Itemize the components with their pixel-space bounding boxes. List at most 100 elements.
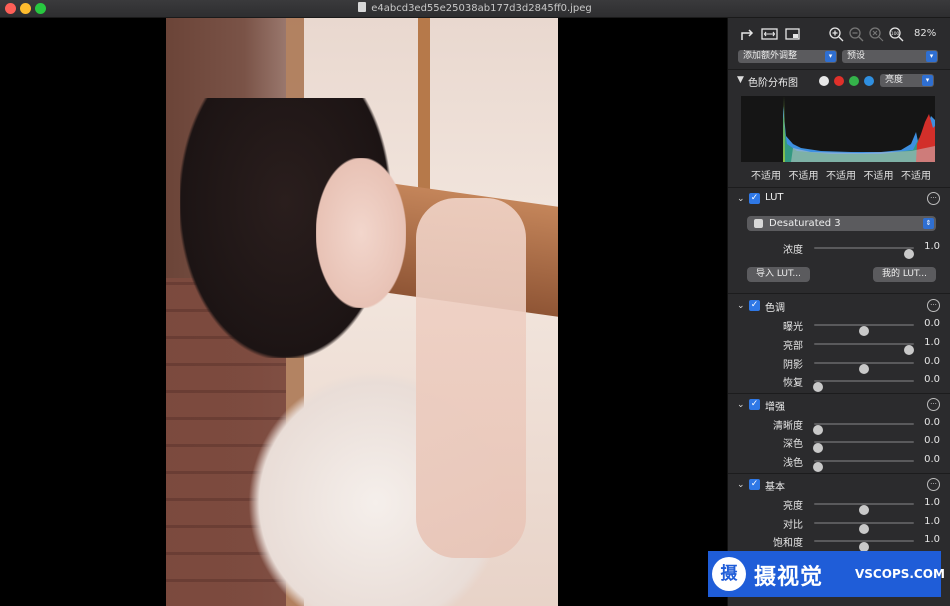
tone-title: 色调 <box>765 303 785 314</box>
channel-red-dot[interactable] <box>834 76 844 86</box>
enhance-more-icon[interactable]: ··· <box>927 398 940 411</box>
document-icon <box>358 2 367 12</box>
lut-enable-checkbox[interactable]: ✓ <box>749 193 760 204</box>
slider-label: 对比 <box>783 520 803 531</box>
slider-track[interactable] <box>813 423 914 435</box>
slider-value: 0.0 <box>924 318 940 329</box>
slider-track[interactable] <box>814 540 914 552</box>
slider-value: 0.0 <box>924 454 940 465</box>
slider-knob[interactable] <box>859 326 869 336</box>
slider-label: 饱和度 <box>773 538 803 549</box>
preset-label: 预设 <box>847 51 866 61</box>
enhance-disclosure-icon[interactable]: ⌄ <box>737 400 745 410</box>
lut-opacity-row: 浓度 1.0 <box>728 241 950 259</box>
slider-value: 1.0 <box>924 516 940 527</box>
rotate-icon[interactable] <box>739 27 756 41</box>
my-lut-button[interactable]: 我的 LUT... <box>873 267 936 282</box>
slider-label: 浓度 <box>783 245 803 256</box>
basic-contrast-row: 对比 1.0 <box>728 516 950 534</box>
slider-track[interactable] <box>814 522 914 534</box>
zoom-in-icon[interactable] <box>828 27 845 42</box>
chevron-down-icon: ▾ <box>922 75 933 86</box>
histogram-channel-label: 亮度 <box>885 75 904 85</box>
slider-label: 深色 <box>783 439 803 450</box>
add-adjustment-popup[interactable]: 添加额外调整 ▾ <box>738 50 837 63</box>
histogram-graph <box>741 96 935 162</box>
photo-window-frame <box>418 18 430 198</box>
slider-label: 曝光 <box>783 322 803 333</box>
import-lut-button[interactable]: 导入 LUT... <box>747 267 810 282</box>
divider <box>728 473 950 474</box>
slider-track[interactable] <box>814 247 914 259</box>
tone-more-icon[interactable]: ··· <box>927 299 940 312</box>
cube-icon <box>754 219 763 228</box>
channel-blue-dot[interactable] <box>864 76 874 86</box>
add-adjustment-label: 添加额外调整 <box>743 51 798 61</box>
slider-knob[interactable] <box>859 505 869 515</box>
photo-arms <box>416 198 526 558</box>
basic-enable-checkbox[interactable]: ✓ <box>749 479 760 490</box>
na-label: 不适用 <box>788 171 819 182</box>
lut-select-popup[interactable]: Desaturated 3 ⇕ <box>747 216 936 231</box>
histogram-channel-popup[interactable]: 亮度 ▾ <box>880 74 934 87</box>
na-label: 不适用 <box>901 171 931 182</box>
chevron-updown-icon: ⇕ <box>923 218 934 229</box>
watermark-cn: 摄视觉 <box>754 565 824 590</box>
channel-all-dot[interactable] <box>819 76 829 86</box>
slider-track[interactable] <box>813 460 914 472</box>
lut-disclosure-icon[interactable]: ⌄ <box>737 194 745 204</box>
zoom-100-icon[interactable]: 100 <box>888 27 905 42</box>
slider-label: 亮部 <box>783 341 803 352</box>
slider-label: 浅色 <box>783 458 803 469</box>
preset-popup[interactable]: 预设 ▾ <box>842 50 938 63</box>
slider-track[interactable] <box>813 380 914 392</box>
watermark-logo: 摄 <box>712 557 746 591</box>
svg-text:100: 100 <box>891 31 900 37</box>
slider-label: 阴影 <box>783 360 803 371</box>
title-bar: e4abcd3ed55e25038ab177d3d2845ff0.jpeg <box>0 0 950 18</box>
histogram-info-row: 不适用 不适用 不适用 不适用 不适用 <box>751 167 931 182</box>
basic-disclosure-icon[interactable]: ⌄ <box>737 480 745 490</box>
slider-track[interactable] <box>814 362 914 374</box>
slider-knob[interactable] <box>813 382 823 392</box>
lut-selected-label: Desaturated 3 <box>769 218 841 229</box>
slider-track[interactable] <box>814 503 914 515</box>
window-title: e4abcd3ed55e25038ab177d3d2845ff0.jpeg <box>371 3 592 14</box>
histogram-disclosure-icon[interactable]: ▼ <box>737 75 744 85</box>
enhance-definition-row: 清晰度 0.0 <box>728 417 950 435</box>
slider-knob[interactable] <box>859 364 869 374</box>
watermark-banner: 摄 摄视觉 VSCOPS.COM <box>708 551 945 597</box>
slider-track[interactable] <box>813 441 914 453</box>
slider-knob[interactable] <box>904 345 914 355</box>
image-canvas[interactable] <box>0 18 727 606</box>
enhance-enable-checkbox[interactable]: ✓ <box>749 399 760 410</box>
photo[interactable] <box>166 18 558 606</box>
basic-saturation-row: 饱和度 1.0 <box>728 534 950 552</box>
divider <box>728 293 950 294</box>
channel-green-dot[interactable] <box>849 76 859 86</box>
na-label: 不适用 <box>826 171 856 182</box>
slider-track[interactable] <box>814 324 914 336</box>
tone-enable-checkbox[interactable]: ✓ <box>749 300 760 311</box>
fit-width-icon[interactable] <box>761 27 778 41</box>
slider-track[interactable] <box>814 343 914 355</box>
divider <box>728 187 950 188</box>
enhance-lights-row: 浅色 0.0 <box>728 454 950 472</box>
basic-more-icon[interactable]: ··· <box>927 478 940 491</box>
slider-label: 亮度 <box>783 501 803 512</box>
chevron-down-icon: ▾ <box>926 51 937 62</box>
tone-disclosure-icon[interactable]: ⌄ <box>737 301 745 311</box>
zoom-out-icon[interactable] <box>848 27 865 42</box>
lut-more-icon[interactable]: ··· <box>927 192 940 205</box>
slider-knob[interactable] <box>813 462 823 472</box>
divider <box>728 393 950 394</box>
zoom-reset-icon[interactable] <box>868 27 885 42</box>
slider-knob[interactable] <box>813 425 823 435</box>
lut-title: LUT <box>765 192 784 203</box>
chevron-down-icon: ▾ <box>825 51 836 62</box>
na-label: 不适用 <box>751 171 781 182</box>
slider-knob[interactable] <box>813 443 823 453</box>
slider-knob[interactable] <box>904 249 914 259</box>
slider-knob[interactable] <box>859 524 869 534</box>
crop-icon[interactable] <box>784 27 801 41</box>
